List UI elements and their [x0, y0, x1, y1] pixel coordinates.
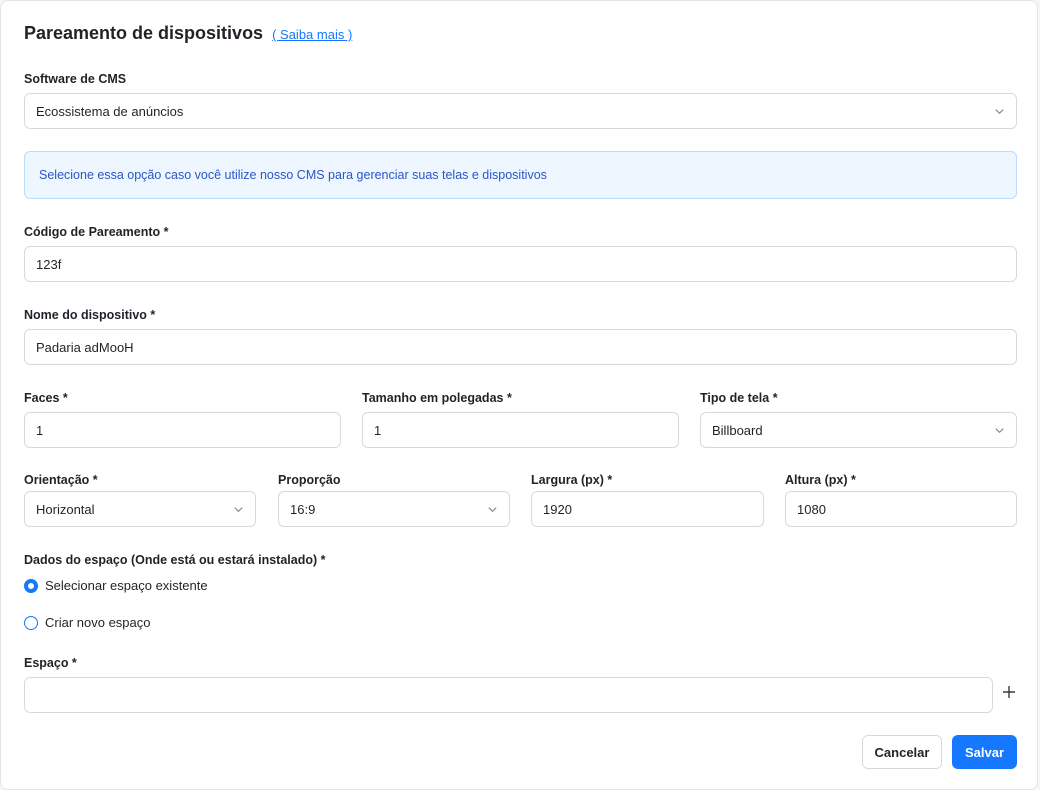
- space-data-label: Dados do espaço (Onde está ou estará ins…: [24, 553, 326, 567]
- device-name-input[interactable]: Padaria adMooH: [24, 329, 1017, 365]
- chevron-down-icon: [232, 503, 244, 515]
- orientation-value: Horizontal: [36, 501, 95, 517]
- cms-select-value: Ecossistema de anúncios: [36, 103, 184, 119]
- radio-existing-space-label: Selecionar espaço existente: [45, 578, 208, 593]
- size-inches-value: 1: [374, 422, 382, 438]
- device-name-label: Nome do dispositivo *: [24, 308, 156, 322]
- size-inches-input[interactable]: 1: [362, 412, 679, 448]
- page-title-text: Pareamento de dispositivos: [24, 23, 264, 43]
- pairing-code-value: 123f: [36, 256, 62, 272]
- height-label: Altura (px) *: [785, 473, 856, 487]
- learn-more-link[interactable]: ( Saiba mais ): [272, 27, 352, 42]
- screen-type-value: Billboard: [712, 422, 763, 438]
- screen-type-label: Tipo de tela *: [700, 391, 778, 405]
- screen-type-select[interactable]: Billboard: [700, 412, 1017, 448]
- cms-info-alert: Selecione essa opção caso você utilize n…: [24, 151, 1017, 199]
- width-value: 1920: [543, 501, 572, 517]
- radio-new-space[interactable]: Criar novo espaço: [24, 615, 151, 630]
- cancel-button[interactable]: Cancelar: [862, 735, 942, 769]
- faces-label: Faces *: [24, 391, 68, 405]
- orientation-select[interactable]: Horizontal: [24, 491, 256, 527]
- chevron-down-icon: [993, 424, 1005, 436]
- width-label: Largura (px) *: [531, 473, 613, 487]
- faces-value: 1: [36, 422, 44, 438]
- height-value: 1080: [797, 501, 826, 517]
- chevron-down-icon: [486, 503, 498, 515]
- cms-info-text: Selecione essa opção caso você utilize n…: [39, 168, 547, 182]
- orientation-label: Orientação *: [24, 473, 98, 487]
- add-space-button[interactable]: [999, 684, 1019, 704]
- width-input[interactable]: 1920: [531, 491, 764, 527]
- cms-label: Software de CMS: [24, 72, 127, 86]
- pairing-code-input[interactable]: 123f: [24, 246, 1017, 282]
- save-button[interactable]: Salvar: [952, 735, 1017, 769]
- radio-existing-space[interactable]: Selecionar espaço existente: [24, 578, 208, 593]
- device-pairing-card: Pareamento de dispositivos ( Saiba mais …: [0, 0, 1038, 790]
- device-name-value: Padaria adMooH: [36, 339, 134, 355]
- radio-unchecked-icon[interactable]: [24, 615, 38, 630]
- chevron-down-icon: [993, 105, 1005, 117]
- radio-new-space-label: Criar novo espaço: [45, 615, 151, 630]
- radio-checked-icon[interactable]: [24, 578, 38, 593]
- page-title: Pareamento de dispositivos ( Saiba mais …: [24, 23, 352, 44]
- ratio-label: Proporção: [278, 473, 341, 487]
- plus-icon: [1002, 685, 1016, 704]
- space-select[interactable]: [24, 677, 993, 713]
- space-label: Espaço *: [24, 656, 77, 670]
- size-inches-label: Tamanho em polegadas *: [362, 391, 512, 405]
- ratio-select[interactable]: 16:9: [278, 491, 510, 527]
- cms-select[interactable]: Ecossistema de anúncios: [24, 93, 1017, 129]
- ratio-value: 16:9: [290, 501, 316, 517]
- pairing-code-label: Código de Pareamento *: [24, 225, 169, 239]
- faces-input[interactable]: 1: [24, 412, 341, 448]
- height-input[interactable]: 1080: [785, 491, 1017, 527]
